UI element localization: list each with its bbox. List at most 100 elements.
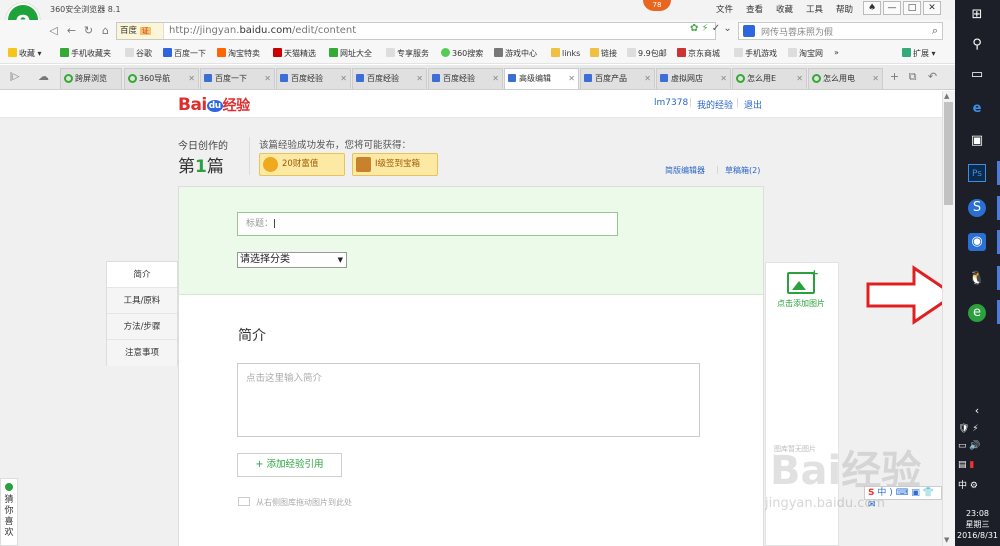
minimize-button[interactable]: — <box>883 1 901 15</box>
tab-jingyan-3[interactable]: 百度经验 ✕ <box>428 68 503 89</box>
bookmark-google[interactable]: 谷歌 <box>125 48 152 59</box>
bookmark-links[interactable]: links <box>551 48 580 58</box>
bookmark-games[interactable]: 游戏中心 <box>494 48 537 59</box>
tab-cross-screen[interactable]: 跨屏浏览 <box>60 68 122 89</box>
bookmark-mobile[interactable]: 手机收藏夹 <box>60 48 111 59</box>
close-tab-icon[interactable]: ✕ <box>720 69 727 88</box>
tab-baidu-products[interactable]: 百度产品 ✕ <box>580 68 655 89</box>
add-image-link[interactable]: 点击添加图片 <box>777 298 825 309</box>
add-image-icon[interactable]: + <box>787 267 819 294</box>
back-icon[interactable]: ◁ <box>45 23 62 39</box>
my-experience-link[interactable]: 我的经验 <box>697 98 733 111</box>
close-button[interactable]: ✕ <box>923 1 941 15</box>
bookmark-taobao-sale[interactable]: 淘宝特卖 <box>217 48 260 59</box>
tab-how-to-electric[interactable]: 怎么用电 ✕ <box>808 68 883 89</box>
rss-icon[interactable]: ◉ <box>968 233 986 251</box>
task-view-icon[interactable]: ▭ <box>968 66 986 84</box>
tray-icons-row3[interactable]: ▤ ▮ <box>958 460 974 470</box>
nav-item-notes[interactable]: 注意事项 <box>107 340 177 366</box>
start-icon[interactable]: ⊞ <box>968 6 986 24</box>
close-tab-icon[interactable]: ✕ <box>340 69 347 88</box>
menu-view[interactable]: 查看 <box>746 3 763 15</box>
tray-icons-row1[interactable]: 🛡 ⚡ <box>958 424 979 434</box>
forward-icon[interactable]: ← <box>63 23 80 39</box>
close-tab-icon[interactable]: ✕ <box>492 69 499 88</box>
close-tab-icon[interactable]: ✕ <box>872 69 879 88</box>
edge-icon[interactable]: e <box>968 100 986 118</box>
menu-favorites[interactable]: 收藏 <box>776 3 793 15</box>
bookmark-mobile-games[interactable]: 手机游戏 <box>734 48 777 59</box>
ime-toolbar[interactable]: S 中 ) ⌨ ▣ 👕 ✉ <box>864 486 942 510</box>
nav-item-steps[interactable]: 方法/步骤 <box>107 314 177 340</box>
tab-jingyan-2[interactable]: 百度经验 ✕ <box>352 68 427 89</box>
new-tab-icon[interactable]: + <box>886 69 903 85</box>
url-action-icons[interactable]: ✿ ⚡ ✓ ⌄ <box>690 23 732 34</box>
tab-list-icon[interactable]: |▷ <box>6 69 23 85</box>
close-tab-icon[interactable]: ✕ <box>416 69 423 88</box>
close-tab-icon[interactable]: ✕ <box>796 69 803 88</box>
search-icon[interactable]: ⚲ <box>968 36 986 54</box>
tab-baidu[interactable]: 百度一下 ✕ <box>200 68 275 89</box>
drafts-link[interactable]: 草稿箱(2) <box>725 165 760 176</box>
tab-jingyan-1[interactable]: 百度经验 ✕ <box>276 68 351 89</box>
intro-textarea[interactable]: 点击这里输入简介 <box>237 363 700 437</box>
close-tab-icon[interactable]: ✕ <box>188 69 195 88</box>
nav-item-tools[interactable]: 工具/原料 <box>107 288 177 314</box>
add-reference-button[interactable]: + 添加经验引用 <box>237 453 342 477</box>
close-tab-icon[interactable]: ✕ <box>568 69 575 88</box>
menu-help[interactable]: 帮助 <box>836 3 853 15</box>
bookmark-360search[interactable]: 360搜索 <box>441 48 483 59</box>
bookmark-tmall[interactable]: 天猫精选 <box>273 48 316 59</box>
scroll-up-icon[interactable]: ▲ <box>944 92 949 100</box>
bookmark-jd[interactable]: 京东商城 <box>677 48 720 59</box>
bookmark-baidu[interactable]: 百度一下 <box>163 48 206 59</box>
url-security-badge[interactable]: 百度 证 <box>117 23 164 39</box>
search-box[interactable]: 网传马蓉床照为假 ⌕ <box>738 22 943 40</box>
tray-icons-row2[interactable]: ▭ 🔊 <box>958 441 981 451</box>
cloud-icon[interactable]: ☁ <box>35 69 52 85</box>
search-text[interactable]: 网传马蓉床照为假 <box>761 25 833 38</box>
bookmark-link-folder[interactable]: 链接 <box>590 48 617 59</box>
tray-icons-row4[interactable]: 中 ⚙ <box>958 478 978 491</box>
bookmark-taobao[interactable]: 淘宝网 <box>788 48 823 59</box>
url-bar[interactable]: 百度 证 http://jingyan.baidu.com/edit/conte… <box>116 22 716 40</box>
extensions-button[interactable]: 扩展 ▾ <box>902 48 936 59</box>
sogou-icon[interactable]: S <box>968 199 986 217</box>
menu-file[interactable]: 文件 <box>716 3 733 15</box>
tab-360nav[interactable]: 360导航 ✕ <box>124 68 199 89</box>
scrollbar-thumb[interactable] <box>944 102 953 205</box>
url-text[interactable]: http://jingyan.baidu.com/edit/content <box>169 23 356 39</box>
baidu-jingyan-logo[interactable]: Bai du 经验 <box>178 95 250 115</box>
title-input[interactable]: 标题：| <box>237 212 618 236</box>
bookmark-url-directory[interactable]: 网址大全 <box>329 48 372 59</box>
baidu-search-icon[interactable] <box>743 25 755 37</box>
simple-editor-link[interactable]: 简版编辑器 <box>665 165 705 176</box>
guess-you-like-tab[interactable]: 猜你喜欢 <box>0 478 18 546</box>
close-tab-icon[interactable]: ✕ <box>644 69 651 88</box>
taskbar-clock[interactable]: 23:08 星期三 2016/8/31 <box>955 508 1000 541</box>
scroll-down-icon[interactable]: ▼ <box>944 536 949 544</box>
360-browser-icon[interactable]: e <box>968 304 986 322</box>
nav-item-intro[interactable]: 简介 <box>107 262 177 288</box>
photoshop-icon[interactable]: Ps <box>968 164 986 182</box>
menu-tools[interactable]: 工具 <box>806 3 823 15</box>
tab-advanced-editor[interactable]: 高级编辑 ✕ <box>504 68 579 89</box>
close-tab-icon[interactable]: ✕ <box>264 69 271 88</box>
bookmarks-more[interactable]: » <box>834 48 839 57</box>
logout-link[interactable]: 退出 <box>744 98 762 111</box>
bookmark-99[interactable]: 9.9包邮 <box>627 48 667 59</box>
bookmark-favorites[interactable]: 收藏 ▾ <box>8 48 42 59</box>
qq-icon[interactable]: 🐧 <box>968 270 986 288</box>
tray-expand-icon[interactable]: ‹ <box>968 402 986 420</box>
bookmark-exclusive[interactable]: 专享服务 <box>386 48 429 59</box>
tab-restore-icon[interactable]: ⧉ <box>904 69 921 85</box>
tab-virtual-shop[interactable]: 虚拟网店 ✕ <box>656 68 731 89</box>
skin-button[interactable]: ♠ <box>863 1 881 15</box>
user-link[interactable]: lm7378 <box>654 98 688 108</box>
search-icon[interactable]: ⌕ <box>932 24 938 38</box>
category-select[interactable]: 请选择分类 ▼ <box>237 252 347 268</box>
store-icon[interactable]: ▣ <box>968 132 986 150</box>
maximize-button[interactable]: □ <box>903 1 921 15</box>
tab-how-to-e[interactable]: 怎么用E ✕ <box>732 68 807 89</box>
home-icon[interactable]: ⌂ <box>97 23 114 39</box>
